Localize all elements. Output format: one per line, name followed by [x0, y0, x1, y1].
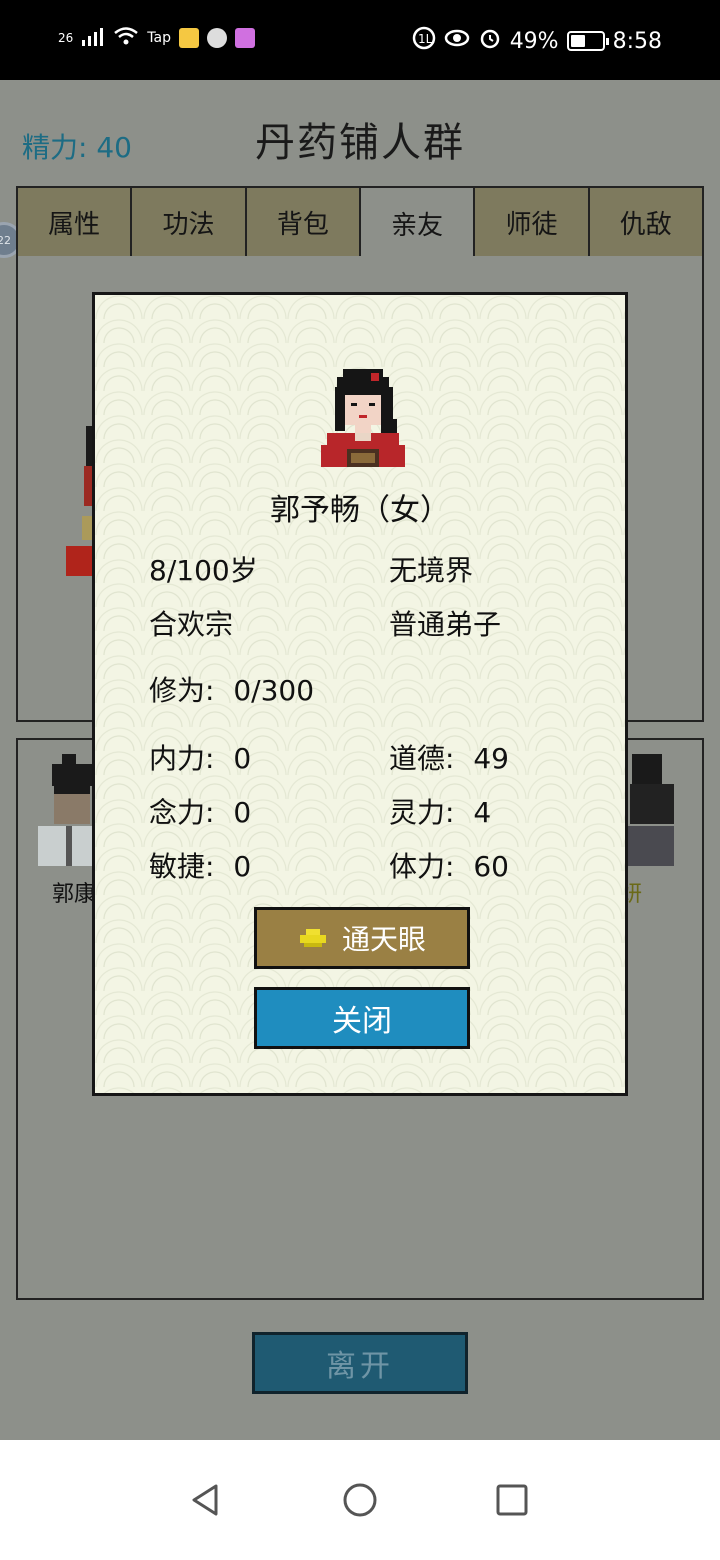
- stat-value: 49: [473, 742, 509, 775]
- character-age: 8/100岁: [149, 554, 258, 587]
- network-label: 26: [58, 31, 74, 45]
- tab-bar: 属性 功法 背包 亲友 师徒 仇敌: [16, 186, 704, 258]
- signal-icon: [81, 26, 105, 50]
- tab-attributes[interactable]: 属性: [16, 186, 133, 258]
- tap-app-label: Tap: [147, 30, 171, 46]
- tab-master-disciple[interactable]: 师徒: [473, 186, 590, 258]
- character-rank: 普通弟子: [389, 608, 502, 641]
- battery-icon: [566, 31, 609, 51]
- stat-stamina: 体力: 60: [389, 845, 509, 885]
- background-character-name: 郭康: [52, 882, 97, 907]
- page-title: 丹药铺人群: [255, 120, 465, 166]
- stat-value: 0: [233, 742, 252, 775]
- battery-percent: 49%: [509, 28, 559, 54]
- stat-label: 灵力:: [389, 796, 455, 829]
- stat-label: 道德:: [389, 742, 455, 775]
- svg-text:1L: 1L: [418, 32, 433, 46]
- stat-value: 0: [233, 796, 252, 829]
- background-character-sprite[interactable]: [38, 754, 100, 866]
- tab-relatives[interactable]: 亲友: [358, 186, 476, 258]
- stat-agility: 敏捷: 0: [149, 845, 251, 885]
- tab-enemies[interactable]: 仇敌: [587, 186, 704, 258]
- app-notification-icon: [206, 28, 227, 48]
- character-sect: 合欢宗: [149, 608, 234, 641]
- tab-inventory[interactable]: 背包: [244, 186, 361, 258]
- heaven-eye-button[interactable]: 通天眼: [254, 907, 470, 969]
- status-right: 1L 49% 8:58: [412, 26, 662, 56]
- alarm-icon: [478, 26, 502, 56]
- stat-value: 60: [473, 850, 509, 883]
- gold-ingot-icon: [299, 929, 326, 947]
- character-name: 郭予畅（女）: [270, 493, 450, 528]
- stat-label: 内力:: [149, 742, 215, 775]
- stat-label: 敏捷:: [149, 850, 215, 883]
- cultivation-stat: 修为: 0/300: [149, 669, 314, 709]
- status-bar: 26 Tap 1L 49% 8:58: [0, 0, 720, 80]
- eye-comfort-icon: [444, 28, 470, 54]
- data-saver-icon: 1L: [412, 26, 436, 56]
- stat-label: 修为:: [149, 674, 215, 707]
- character-portrait: [321, 369, 405, 467]
- app-notification-icon: [178, 28, 199, 48]
- stat-spirit-power: 灵力: 4: [389, 791, 491, 831]
- stat-morality: 道德: 49: [389, 737, 509, 777]
- character-info-dialog: 郭予畅（女） 8/100岁 无境界 合欢宗 普通弟子 修为: 0/300 内力:…: [92, 292, 628, 1096]
- stat-label: 念力:: [149, 796, 215, 829]
- clock: 8:58: [612, 28, 662, 54]
- background-character-sprite[interactable]: [622, 754, 682, 866]
- stat-mind-power: 念力: 0: [149, 791, 251, 831]
- stat-value: 0: [233, 850, 252, 883]
- stat-value: 0/300: [233, 674, 315, 707]
- app-notification-icon: [234, 28, 255, 48]
- home-circle-icon[interactable]: [340, 1480, 380, 1520]
- recent-square-icon[interactable]: [492, 1480, 532, 1520]
- stat-value: 4: [473, 796, 492, 829]
- tab-skills[interactable]: 功法: [130, 186, 247, 258]
- close-button[interactable]: 关闭: [254, 987, 470, 1049]
- system-nav-bar: [0, 1440, 720, 1560]
- wifi-icon: [113, 26, 139, 50]
- stat-inner-power: 内力: 0: [149, 737, 251, 777]
- back-triangle-icon[interactable]: [186, 1480, 226, 1520]
- heaven-eye-label: 通天眼: [341, 923, 426, 956]
- leave-button[interactable]: 离开: [252, 1332, 468, 1394]
- character-realm: 无境界: [389, 554, 474, 587]
- stat-label: 体力:: [389, 850, 455, 883]
- status-left: 26 Tap: [58, 26, 255, 50]
